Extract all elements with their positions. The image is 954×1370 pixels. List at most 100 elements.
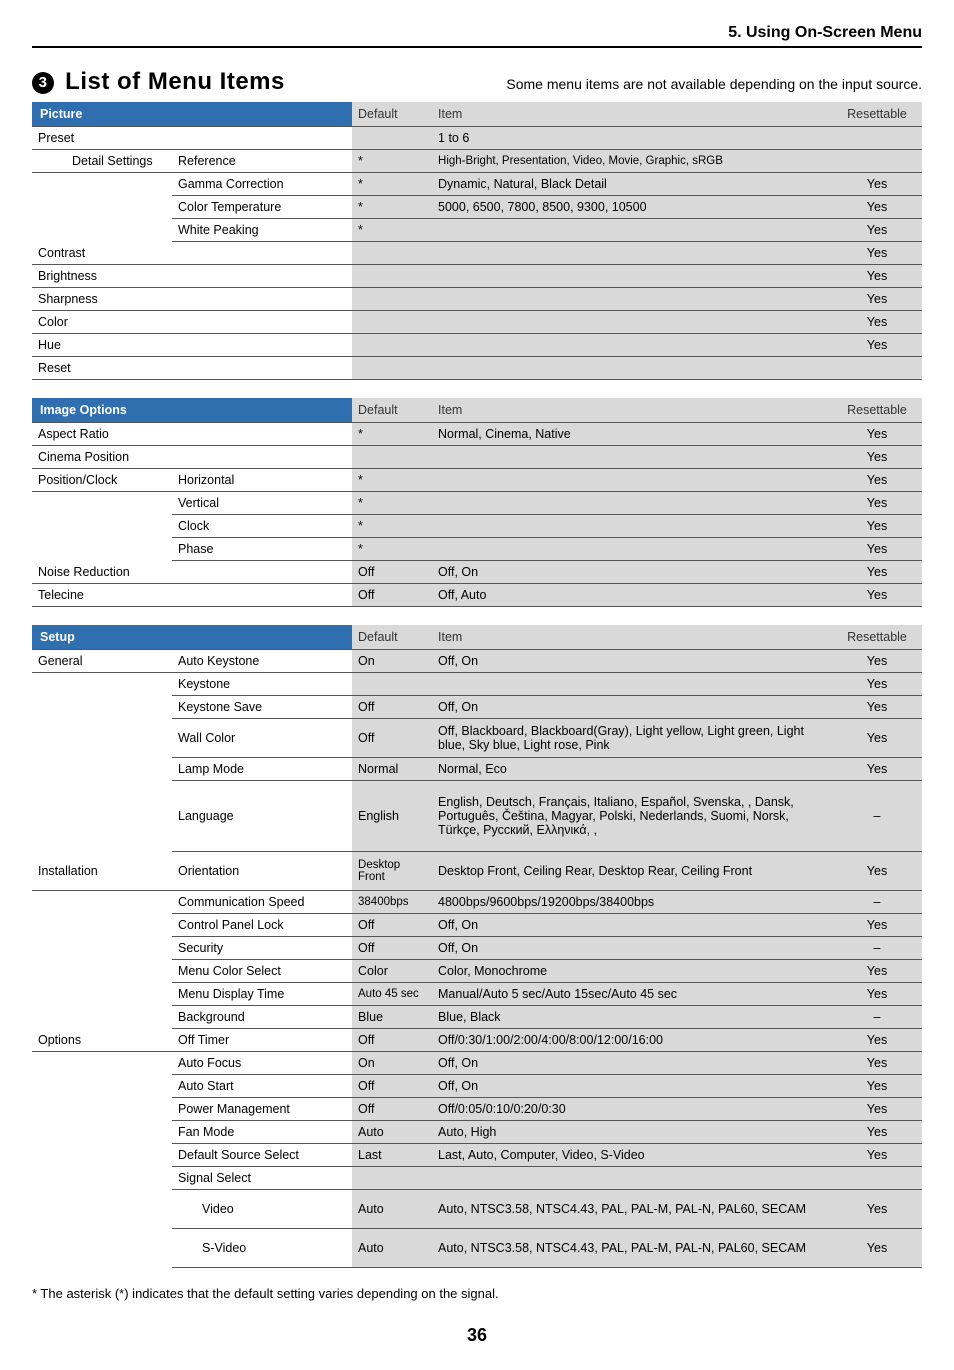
- item-cell: [432, 492, 832, 515]
- setting-cell: Lamp Mode: [172, 758, 352, 781]
- group-cell: [32, 1167, 172, 1190]
- resettable-cell: Yes: [832, 696, 922, 719]
- col-header: Item: [432, 102, 832, 127]
- default-cell: [352, 265, 432, 288]
- setting-cell: Reference: [172, 150, 352, 173]
- group-cell: Noise Reduction: [32, 561, 172, 584]
- setting-cell: Power Management: [172, 1098, 352, 1121]
- setting-cell: Auto Start: [172, 1075, 352, 1098]
- group-cell: [32, 960, 172, 983]
- table-row: Position/ClockHorizontal*Yes: [32, 469, 922, 492]
- group-cell: [32, 515, 172, 538]
- group-cell: [32, 719, 172, 758]
- table-tab: Setup: [32, 625, 352, 650]
- setting-cell: White Peaking: [172, 219, 352, 242]
- item-cell: Off, On: [432, 914, 832, 937]
- setting-cell: [172, 584, 352, 607]
- group-cell: [32, 1052, 172, 1075]
- group-cell: [32, 1006, 172, 1029]
- group-cell: [32, 937, 172, 960]
- resettable-cell: –: [832, 781, 922, 852]
- table-row: Control Panel LockOffOff, OnYes: [32, 914, 922, 937]
- item-cell: [432, 1167, 832, 1190]
- setting-cell: Control Panel Lock: [172, 914, 352, 937]
- table-row: White Peaking*Yes: [32, 219, 922, 242]
- item-cell: Off, On: [432, 1075, 832, 1098]
- resettable-cell: Yes: [832, 219, 922, 242]
- item-cell: [432, 311, 832, 334]
- item-cell: [432, 334, 832, 357]
- table-row: Clock*Yes: [32, 515, 922, 538]
- table-row: Noise ReductionOffOff, OnYes: [32, 561, 922, 584]
- setting-cell: Wall Color: [172, 719, 352, 758]
- footnote: * The asterisk (*) indicates that the de…: [32, 1286, 922, 1301]
- item-cell: [432, 515, 832, 538]
- setting-cell: Keystone Save: [172, 696, 352, 719]
- group-cell: [32, 891, 172, 914]
- table-row: Signal Select: [32, 1167, 922, 1190]
- group-cell: Contrast: [32, 242, 172, 265]
- resettable-cell: [832, 150, 922, 173]
- col-header: Resettable: [832, 625, 922, 650]
- setting-cell: Menu Color Select: [172, 960, 352, 983]
- group-cell: Aspect Ratio: [32, 423, 172, 446]
- table-row: Auto StartOffOff, OnYes: [32, 1075, 922, 1098]
- group-cell: [32, 1075, 172, 1098]
- default-cell: Off: [352, 696, 432, 719]
- resettable-cell: Yes: [832, 1052, 922, 1075]
- group-cell: [32, 914, 172, 937]
- default-cell: Off: [352, 584, 432, 607]
- setting-cell: Off Timer: [172, 1029, 352, 1052]
- table-row: Menu Display TimeAuto 45 secManual/Auto …: [32, 983, 922, 1006]
- resettable-cell: Yes: [832, 1190, 922, 1229]
- col-header: Default: [352, 102, 432, 127]
- item-cell: Auto, NTSC3.58, NTSC4.43, PAL, PAL-M, PA…: [432, 1190, 832, 1229]
- group-cell: [32, 673, 172, 696]
- table-row: Keystone SaveOffOff, OnYes: [32, 696, 922, 719]
- default-cell: Off: [352, 937, 432, 960]
- resettable-cell: Yes: [832, 1029, 922, 1052]
- item-cell: Off, On: [432, 696, 832, 719]
- item-cell: Off, On: [432, 937, 832, 960]
- setting-cell: [172, 423, 352, 446]
- table-row: InstallationOrientationDesktop FrontDesk…: [32, 852, 922, 891]
- resettable-cell: Yes: [832, 852, 922, 891]
- item-cell: High-Bright, Presentation, Video, Movie,…: [432, 150, 832, 173]
- item-cell: [432, 219, 832, 242]
- table-tab: Picture: [32, 102, 352, 127]
- item-cell: Blue, Black: [432, 1006, 832, 1029]
- setting-cell: Phase: [172, 538, 352, 561]
- resettable-cell: –: [832, 937, 922, 960]
- default-cell: Auto: [352, 1190, 432, 1229]
- default-cell: Normal: [352, 758, 432, 781]
- item-cell: Off, On: [432, 1052, 832, 1075]
- default-cell: On: [352, 650, 432, 673]
- resettable-cell: Yes: [832, 173, 922, 196]
- item-cell: 4800bps/9600bps/19200bps/38400bps: [432, 891, 832, 914]
- group-cell: [32, 1229, 172, 1268]
- table-row: SecurityOffOff, On–: [32, 937, 922, 960]
- setting-cell: [172, 357, 352, 380]
- default-cell: Off: [352, 561, 432, 584]
- item-cell: [432, 469, 832, 492]
- table-row: ContrastYes: [32, 242, 922, 265]
- default-cell: *: [352, 538, 432, 561]
- resettable-cell: Yes: [832, 334, 922, 357]
- subtitle: Some menu items are not available depend…: [506, 66, 922, 92]
- group-cell: Telecine: [32, 584, 172, 607]
- item-cell: 1 to 6: [432, 127, 832, 150]
- resettable-cell: Yes: [832, 492, 922, 515]
- setting-cell: Gamma Correction: [172, 173, 352, 196]
- group-cell: Position/Clock: [32, 469, 172, 492]
- resettable-cell: [832, 1167, 922, 1190]
- item-cell: [432, 242, 832, 265]
- resettable-cell: Yes: [832, 584, 922, 607]
- group-cell: [32, 219, 172, 242]
- default-cell: [352, 673, 432, 696]
- default-cell: *: [352, 173, 432, 196]
- setting-cell: [172, 127, 352, 150]
- setting-cell: Video: [172, 1190, 352, 1229]
- table-row: OptionsOff TimerOffOff/0:30/1:00/2:00/4:…: [32, 1029, 922, 1052]
- default-cell: [352, 357, 432, 380]
- setting-cell: [172, 242, 352, 265]
